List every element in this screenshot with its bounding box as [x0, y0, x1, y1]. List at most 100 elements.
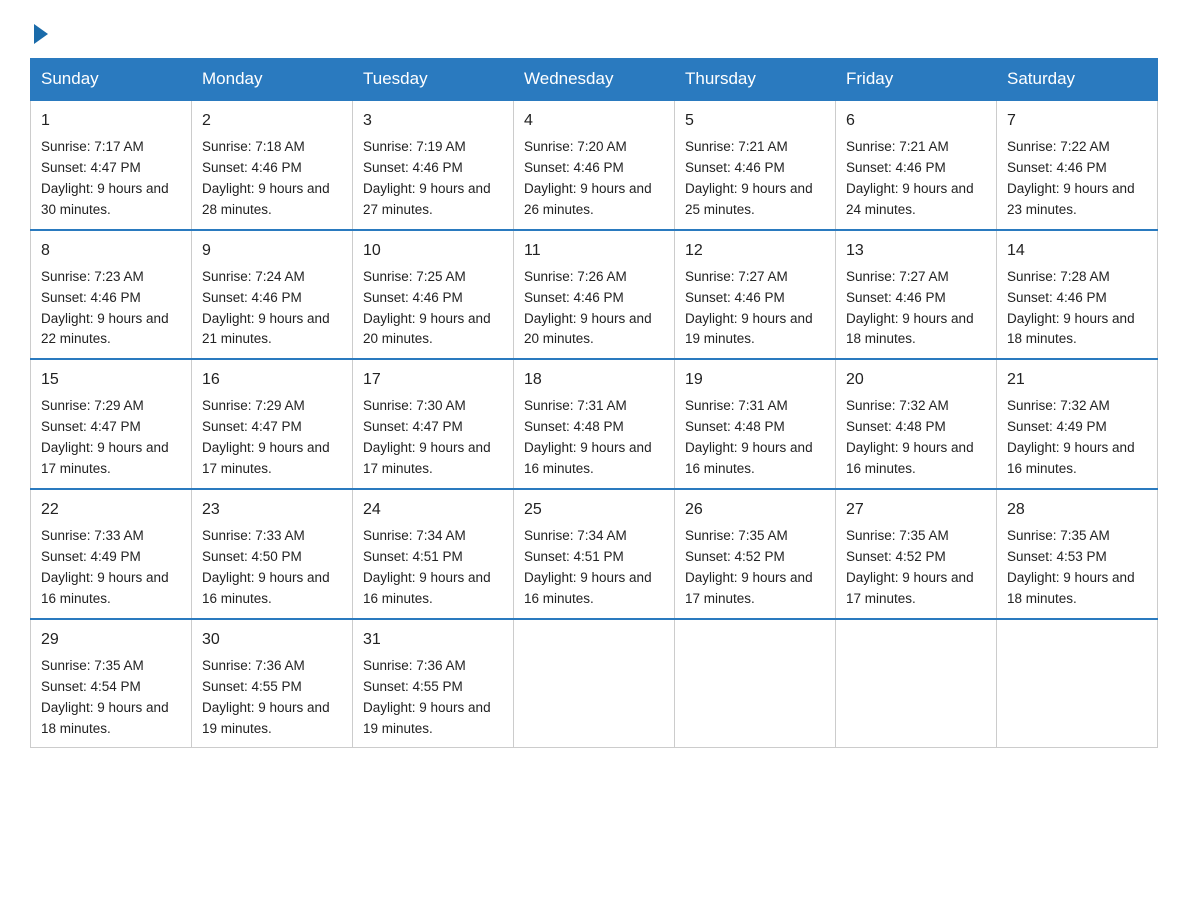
calendar-cell: 15 Sunrise: 7:29 AMSunset: 4:47 PMDaylig…: [31, 359, 192, 489]
calendar-week-row: 15 Sunrise: 7:29 AMSunset: 4:47 PMDaylig…: [31, 359, 1158, 489]
day-info: Sunrise: 7:31 AMSunset: 4:48 PMDaylight:…: [685, 396, 825, 480]
day-info: Sunrise: 7:35 AMSunset: 4:52 PMDaylight:…: [685, 526, 825, 610]
day-number: 23: [202, 498, 342, 522]
calendar-cell: 23 Sunrise: 7:33 AMSunset: 4:50 PMDaylig…: [192, 489, 353, 619]
day-number: 19: [685, 368, 825, 392]
day-info: Sunrise: 7:32 AMSunset: 4:48 PMDaylight:…: [846, 396, 986, 480]
day-number: 9: [202, 239, 342, 263]
day-number: 12: [685, 239, 825, 263]
calendar-cell: 28 Sunrise: 7:35 AMSunset: 4:53 PMDaylig…: [997, 489, 1158, 619]
day-info: Sunrise: 7:33 AMSunset: 4:49 PMDaylight:…: [41, 526, 181, 610]
day-number: 1: [41, 109, 181, 133]
day-info: Sunrise: 7:25 AMSunset: 4:46 PMDaylight:…: [363, 267, 503, 351]
day-info: Sunrise: 7:33 AMSunset: 4:50 PMDaylight:…: [202, 526, 342, 610]
calendar-week-row: 1 Sunrise: 7:17 AMSunset: 4:47 PMDayligh…: [31, 100, 1158, 230]
calendar-cell: [675, 619, 836, 748]
day-info: Sunrise: 7:36 AMSunset: 4:55 PMDaylight:…: [363, 656, 503, 740]
day-info: Sunrise: 7:35 AMSunset: 4:54 PMDaylight:…: [41, 656, 181, 740]
day-info: Sunrise: 7:18 AMSunset: 4:46 PMDaylight:…: [202, 137, 342, 221]
calendar-cell: [997, 619, 1158, 748]
calendar-header-row: SundayMondayTuesdayWednesdayThursdayFrid…: [31, 59, 1158, 101]
calendar-cell: 3 Sunrise: 7:19 AMSunset: 4:46 PMDayligh…: [353, 100, 514, 230]
page-header: [30, 20, 1158, 38]
day-number: 5: [685, 109, 825, 133]
day-number: 16: [202, 368, 342, 392]
day-info: Sunrise: 7:34 AMSunset: 4:51 PMDaylight:…: [524, 526, 664, 610]
calendar-table: SundayMondayTuesdayWednesdayThursdayFrid…: [30, 58, 1158, 748]
day-number: 17: [363, 368, 503, 392]
calendar-cell: 1 Sunrise: 7:17 AMSunset: 4:47 PMDayligh…: [31, 100, 192, 230]
day-info: Sunrise: 7:27 AMSunset: 4:46 PMDaylight:…: [846, 267, 986, 351]
day-number: 28: [1007, 498, 1147, 522]
calendar-cell: 13 Sunrise: 7:27 AMSunset: 4:46 PMDaylig…: [836, 230, 997, 360]
day-info: Sunrise: 7:23 AMSunset: 4:46 PMDaylight:…: [41, 267, 181, 351]
calendar-cell: 11 Sunrise: 7:26 AMSunset: 4:46 PMDaylig…: [514, 230, 675, 360]
day-info: Sunrise: 7:26 AMSunset: 4:46 PMDaylight:…: [524, 267, 664, 351]
calendar-day-header: Thursday: [675, 59, 836, 101]
day-number: 22: [41, 498, 181, 522]
calendar-cell: 17 Sunrise: 7:30 AMSunset: 4:47 PMDaylig…: [353, 359, 514, 489]
calendar-cell: [836, 619, 997, 748]
calendar-day-header: Tuesday: [353, 59, 514, 101]
calendar-day-header: Wednesday: [514, 59, 675, 101]
calendar-day-header: Sunday: [31, 59, 192, 101]
calendar-cell: 12 Sunrise: 7:27 AMSunset: 4:46 PMDaylig…: [675, 230, 836, 360]
day-info: Sunrise: 7:22 AMSunset: 4:46 PMDaylight:…: [1007, 137, 1147, 221]
day-info: Sunrise: 7:27 AMSunset: 4:46 PMDaylight:…: [685, 267, 825, 351]
day-info: Sunrise: 7:35 AMSunset: 4:52 PMDaylight:…: [846, 526, 986, 610]
calendar-cell: 24 Sunrise: 7:34 AMSunset: 4:51 PMDaylig…: [353, 489, 514, 619]
day-info: Sunrise: 7:17 AMSunset: 4:47 PMDaylight:…: [41, 137, 181, 221]
calendar-cell: 21 Sunrise: 7:32 AMSunset: 4:49 PMDaylig…: [997, 359, 1158, 489]
calendar-cell: 18 Sunrise: 7:31 AMSunset: 4:48 PMDaylig…: [514, 359, 675, 489]
calendar-day-header: Monday: [192, 59, 353, 101]
day-number: 3: [363, 109, 503, 133]
calendar-cell: 26 Sunrise: 7:35 AMSunset: 4:52 PMDaylig…: [675, 489, 836, 619]
day-number: 8: [41, 239, 181, 263]
calendar-week-row: 8 Sunrise: 7:23 AMSunset: 4:46 PMDayligh…: [31, 230, 1158, 360]
calendar-cell: 19 Sunrise: 7:31 AMSunset: 4:48 PMDaylig…: [675, 359, 836, 489]
calendar-cell: 7 Sunrise: 7:22 AMSunset: 4:46 PMDayligh…: [997, 100, 1158, 230]
day-info: Sunrise: 7:30 AMSunset: 4:47 PMDaylight:…: [363, 396, 503, 480]
day-number: 6: [846, 109, 986, 133]
day-info: Sunrise: 7:24 AMSunset: 4:46 PMDaylight:…: [202, 267, 342, 351]
day-number: 30: [202, 628, 342, 652]
calendar-cell: 14 Sunrise: 7:28 AMSunset: 4:46 PMDaylig…: [997, 230, 1158, 360]
calendar-cell: 20 Sunrise: 7:32 AMSunset: 4:48 PMDaylig…: [836, 359, 997, 489]
calendar-cell: 31 Sunrise: 7:36 AMSunset: 4:55 PMDaylig…: [353, 619, 514, 748]
day-number: 18: [524, 368, 664, 392]
day-info: Sunrise: 7:29 AMSunset: 4:47 PMDaylight:…: [41, 396, 181, 480]
calendar-cell: 25 Sunrise: 7:34 AMSunset: 4:51 PMDaylig…: [514, 489, 675, 619]
day-info: Sunrise: 7:34 AMSunset: 4:51 PMDaylight:…: [363, 526, 503, 610]
calendar-cell: 8 Sunrise: 7:23 AMSunset: 4:46 PMDayligh…: [31, 230, 192, 360]
day-number: 27: [846, 498, 986, 522]
day-info: Sunrise: 7:32 AMSunset: 4:49 PMDaylight:…: [1007, 396, 1147, 480]
day-info: Sunrise: 7:36 AMSunset: 4:55 PMDaylight:…: [202, 656, 342, 740]
day-info: Sunrise: 7:31 AMSunset: 4:48 PMDaylight:…: [524, 396, 664, 480]
day-number: 11: [524, 239, 664, 263]
day-number: 25: [524, 498, 664, 522]
day-number: 31: [363, 628, 503, 652]
day-info: Sunrise: 7:21 AMSunset: 4:46 PMDaylight:…: [846, 137, 986, 221]
calendar-cell: 2 Sunrise: 7:18 AMSunset: 4:46 PMDayligh…: [192, 100, 353, 230]
day-number: 29: [41, 628, 181, 652]
calendar-week-row: 22 Sunrise: 7:33 AMSunset: 4:49 PMDaylig…: [31, 489, 1158, 619]
logo-arrow-icon: [34, 24, 48, 44]
calendar-cell: 29 Sunrise: 7:35 AMSunset: 4:54 PMDaylig…: [31, 619, 192, 748]
calendar-cell: 30 Sunrise: 7:36 AMSunset: 4:55 PMDaylig…: [192, 619, 353, 748]
calendar-cell: 9 Sunrise: 7:24 AMSunset: 4:46 PMDayligh…: [192, 230, 353, 360]
day-number: 13: [846, 239, 986, 263]
day-info: Sunrise: 7:28 AMSunset: 4:46 PMDaylight:…: [1007, 267, 1147, 351]
calendar-cell: 27 Sunrise: 7:35 AMSunset: 4:52 PMDaylig…: [836, 489, 997, 619]
day-number: 7: [1007, 109, 1147, 133]
day-number: 2: [202, 109, 342, 133]
day-info: Sunrise: 7:20 AMSunset: 4:46 PMDaylight:…: [524, 137, 664, 221]
day-number: 10: [363, 239, 503, 263]
calendar-day-header: Saturday: [997, 59, 1158, 101]
calendar-cell: 16 Sunrise: 7:29 AMSunset: 4:47 PMDaylig…: [192, 359, 353, 489]
day-number: 20: [846, 368, 986, 392]
day-number: 21: [1007, 368, 1147, 392]
day-number: 15: [41, 368, 181, 392]
calendar-day-header: Friday: [836, 59, 997, 101]
day-number: 24: [363, 498, 503, 522]
calendar-cell: 5 Sunrise: 7:21 AMSunset: 4:46 PMDayligh…: [675, 100, 836, 230]
